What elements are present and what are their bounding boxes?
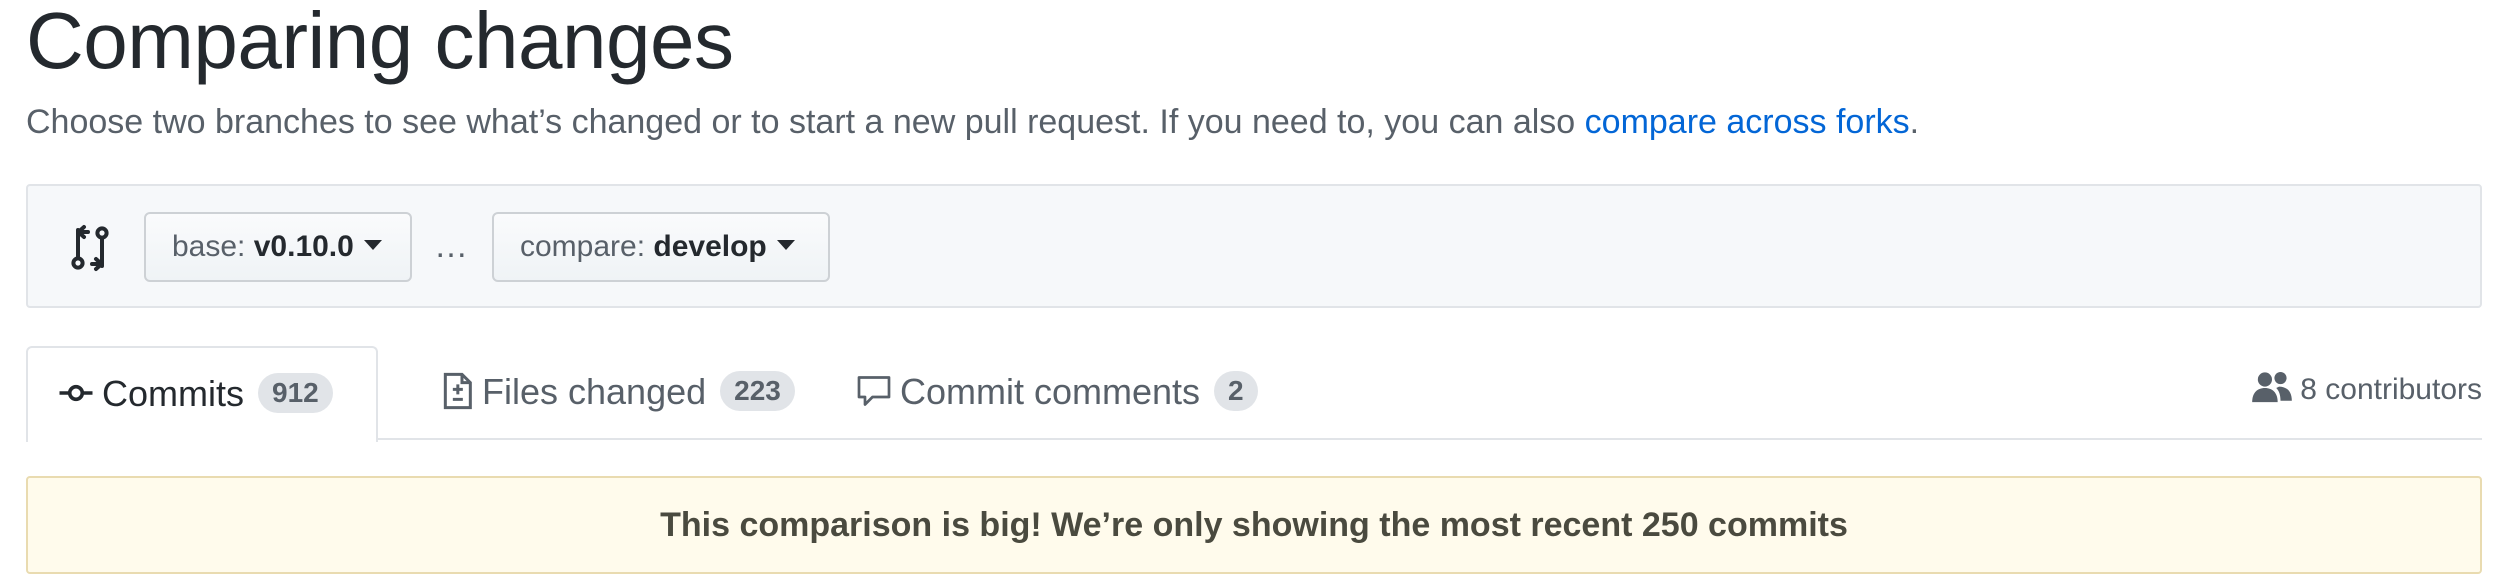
range-separator: …: [434, 227, 470, 265]
file-diff-icon: [443, 373, 472, 410]
contributors-link[interactable]: 8 contributors: [2252, 368, 2482, 412]
description-end: .: [1909, 103, 1920, 141]
big-comparison-notice: This comparison is big! We’re only showi…: [26, 476, 2482, 574]
people-icon: [2252, 372, 2293, 403]
commit-icon: [59, 385, 93, 402]
compare-tabs: Commits 912 Files changed 223 Commit comme…: [26, 346, 2482, 442]
tab-commit-comments-count: 2: [1214, 371, 1258, 412]
compare-branch-value: develop: [653, 230, 767, 263]
tab-commit-comments-label: Commit comments: [900, 371, 1201, 412]
tab-commits-label: Commits: [102, 373, 244, 414]
page-title: Comparing changes: [26, 0, 734, 85]
compare-prefix: compare:: [520, 230, 654, 263]
description-text: Choose two branches to see what’s change…: [26, 103, 1585, 141]
page-description: Choose two branches to see what’s change…: [26, 100, 1919, 144]
git-compare-icon: [71, 225, 109, 271]
tab-commit-comments[interactable]: Commit comments 2: [826, 346, 1258, 440]
compare-branch-select[interactable]: compare: develop: [492, 212, 830, 282]
tab-commits[interactable]: Commits 912: [26, 346, 378, 442]
contributors-label: 8 contributors: [2300, 373, 2482, 406]
range-editor: base: v0.10.0 … compare: develop: [26, 184, 2482, 308]
compare-across-forks-link[interactable]: compare across forks: [1585, 103, 1910, 141]
caret-down-icon: [363, 240, 382, 251]
tab-commits-count: 912: [258, 373, 333, 414]
caret-down-icon: [776, 240, 795, 251]
base-branch-value: v0.10.0: [253, 230, 354, 263]
base-branch-select[interactable]: base: v0.10.0: [144, 212, 412, 282]
tab-files-changed-label: Files changed: [482, 371, 707, 412]
tab-files-changed-count: 223: [720, 371, 795, 412]
tab-files-changed[interactable]: Files changed 223: [410, 346, 795, 440]
base-prefix: base:: [172, 230, 254, 263]
comment-icon: [857, 376, 891, 407]
